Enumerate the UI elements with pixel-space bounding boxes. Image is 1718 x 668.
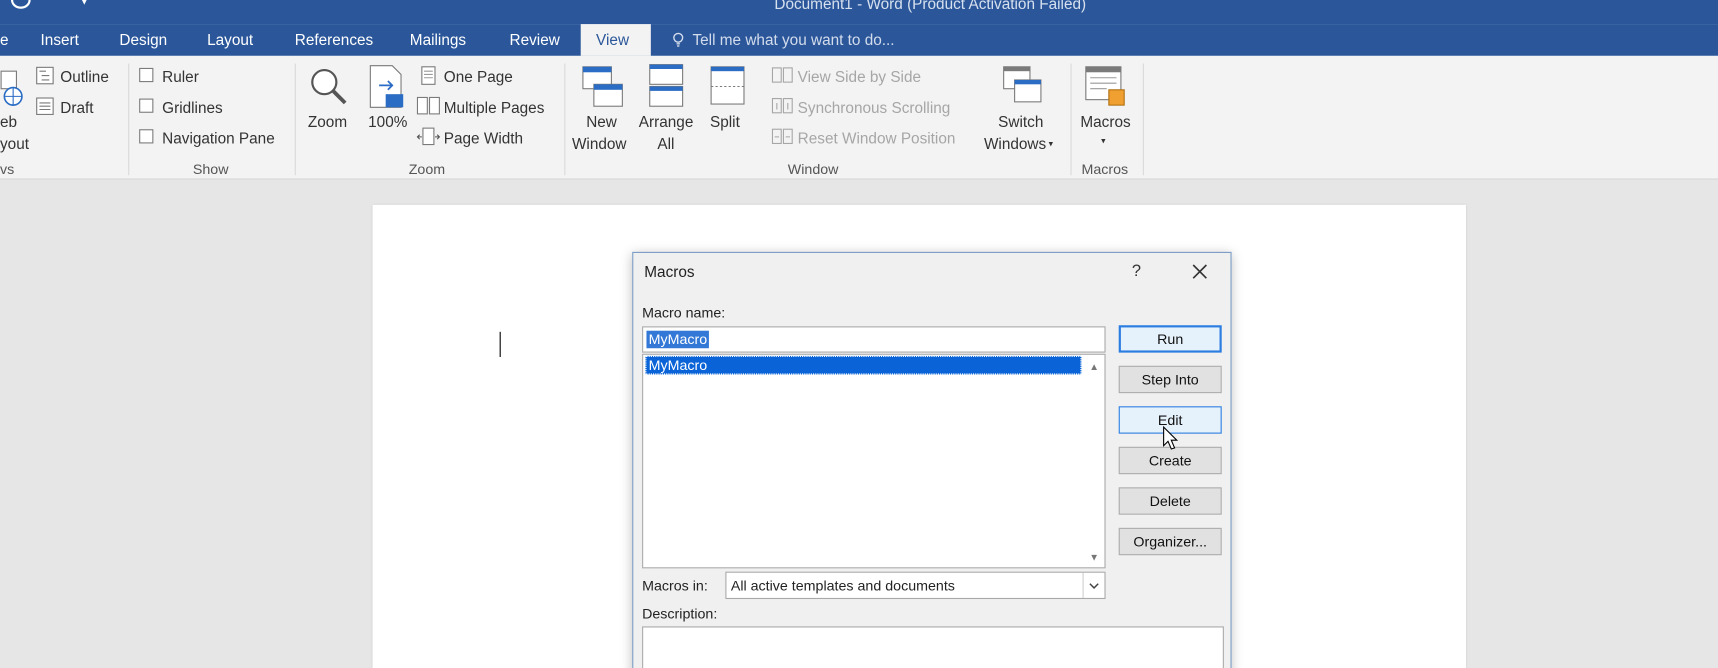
- one-page-icon: [421, 66, 436, 85]
- ruler-label[interactable]: Ruler: [162, 67, 199, 87]
- macros-dialog: Macros ? Macro name: MyMacro MyMacro ▲ ▼…: [632, 251, 1232, 668]
- organizer-button[interactable]: Organizer...: [1118, 527, 1222, 556]
- macros-dropdown-icon[interactable]: ▾: [1101, 131, 1105, 151]
- arrange-all-label-2[interactable]: All: [657, 134, 674, 154]
- description-label: Description:: [642, 605, 718, 623]
- ruler-checkbox[interactable]: [139, 67, 154, 83]
- one-page-button[interactable]: One Page: [444, 67, 513, 87]
- new-window-label-1[interactable]: New: [586, 112, 617, 132]
- multiple-pages-icon: [416, 96, 440, 115]
- group-separator: [564, 63, 566, 176]
- show-group-label: Show: [192, 160, 229, 178]
- outline-button[interactable]: Outline: [60, 67, 109, 87]
- word-window: ▼ Document1 - Word (Product Activation F…: [0, 0, 1718, 668]
- outline-icon: [36, 66, 54, 85]
- reset-window-position-button[interactable]: Reset Window Position: [798, 128, 956, 148]
- group-separator: [128, 63, 130, 176]
- zoom-group-label: Zoom: [408, 160, 446, 178]
- switch-windows-label-1[interactable]: Switch: [998, 112, 1043, 132]
- tell-me-search[interactable]: Tell me what you want to do...: [671, 24, 895, 56]
- group-separator: [1070, 63, 1072, 176]
- web-layout-label-2[interactable]: yout: [0, 134, 29, 154]
- arrange-all-label-1[interactable]: Arrange: [639, 112, 694, 132]
- zoom-icon[interactable]: [308, 66, 350, 108]
- group-separator: [1142, 63, 1144, 176]
- synchronous-scrolling-icon: [771, 98, 793, 114]
- description-box: [642, 626, 1224, 668]
- gridlines-label[interactable]: Gridlines: [162, 97, 223, 117]
- tab-review[interactable]: Review: [494, 24, 575, 56]
- macro-list[interactable]: MyMacro ▲ ▼: [642, 353, 1106, 569]
- window-group-label: Window: [787, 160, 839, 178]
- macros-button[interactable]: Macros: [1080, 112, 1130, 132]
- help-button[interactable]: ?: [1132, 262, 1141, 281]
- close-icon[interactable]: [1189, 261, 1211, 283]
- scroll-down-icon[interactable]: ▼: [1089, 552, 1099, 563]
- new-window-icon[interactable]: [582, 66, 624, 110]
- draft-button[interactable]: Draft: [60, 97, 93, 117]
- dialog-title: Macros: [644, 262, 695, 281]
- step-into-button[interactable]: Step Into: [1118, 365, 1222, 394]
- gridlines-checkbox[interactable]: [139, 98, 154, 113]
- macros-in-label: Macros in:: [642, 577, 708, 594]
- lightbulb-icon: [673, 32, 684, 47]
- web-layout-icon[interactable]: [0, 70, 24, 107]
- tab-design[interactable]: Design: [104, 24, 182, 56]
- macros-in-select[interactable]: All active templates and documents: [725, 571, 1106, 600]
- arrange-all-icon[interactable]: [649, 64, 684, 108]
- macros-icon[interactable]: [1085, 66, 1127, 108]
- list-item[interactable]: MyMacro: [645, 355, 1082, 375]
- new-window-label-2[interactable]: Window: [572, 134, 627, 154]
- switch-windows-label-2[interactable]: Windows ▾: [984, 134, 1053, 155]
- run-button[interactable]: Run: [1118, 325, 1222, 353]
- split-icon[interactable]: [710, 66, 745, 105]
- macro-name-input[interactable]: MyMacro: [642, 326, 1106, 353]
- side-by-side-icon: [771, 67, 793, 83]
- delete-button[interactable]: Delete: [1118, 487, 1222, 515]
- macros-in-value: All active templates and documents: [730, 577, 955, 594]
- zoom-button[interactable]: Zoom: [308, 112, 347, 132]
- scroll-up-icon[interactable]: ▲: [1089, 361, 1099, 372]
- synchronous-scrolling-button[interactable]: Synchronous Scrolling: [798, 97, 951, 117]
- chevron-down-icon[interactable]: [1082, 572, 1105, 598]
- web-layout-label-1[interactable]: eb: [0, 112, 17, 132]
- page-width-button[interactable]: Page Width: [444, 128, 523, 148]
- tab-insert[interactable]: Insert: [25, 24, 94, 56]
- zoom-100-button[interactable]: 100%: [368, 112, 407, 132]
- group-separator: [294, 63, 296, 176]
- macros-group-label: Macros: [1081, 160, 1129, 178]
- view-side-by-side-button[interactable]: View Side by Side: [798, 67, 921, 87]
- tab-view[interactable]: View: [580, 24, 651, 56]
- tab-mailings[interactable]: Mailings: [394, 24, 481, 56]
- macro-name-value: MyMacro: [646, 330, 710, 349]
- dropdown-arrow-icon: ▾: [1046, 139, 1054, 149]
- switch-windows-icon[interactable]: [1003, 66, 1042, 105]
- multiple-pages-button[interactable]: Multiple Pages: [444, 97, 545, 117]
- tab-home[interactable]: e: [0, 24, 24, 56]
- tell-me-text: Tell me what you want to do...: [692, 30, 895, 49]
- macro-name-label: Macro name:: [642, 304, 726, 321]
- page-width-icon: [416, 127, 441, 146]
- navigation-pane-checkbox[interactable]: [139, 129, 154, 144]
- tab-layout[interactable]: Layout: [192, 24, 269, 56]
- views-group-label: vs: [0, 160, 15, 178]
- window-title: Document1 - Word (Product Activation Fai…: [774, 0, 1087, 13]
- text-caret: [499, 331, 501, 358]
- tab-references[interactable]: References: [279, 24, 388, 56]
- mouse-pointer-icon: [1163, 425, 1179, 450]
- zoom-100-icon[interactable]: [368, 64, 405, 110]
- reset-window-position-icon: [771, 128, 793, 145]
- split-button[interactable]: Split: [710, 112, 740, 132]
- navigation-pane-label[interactable]: Navigation Pane: [162, 128, 275, 148]
- draft-icon: [36, 97, 54, 115]
